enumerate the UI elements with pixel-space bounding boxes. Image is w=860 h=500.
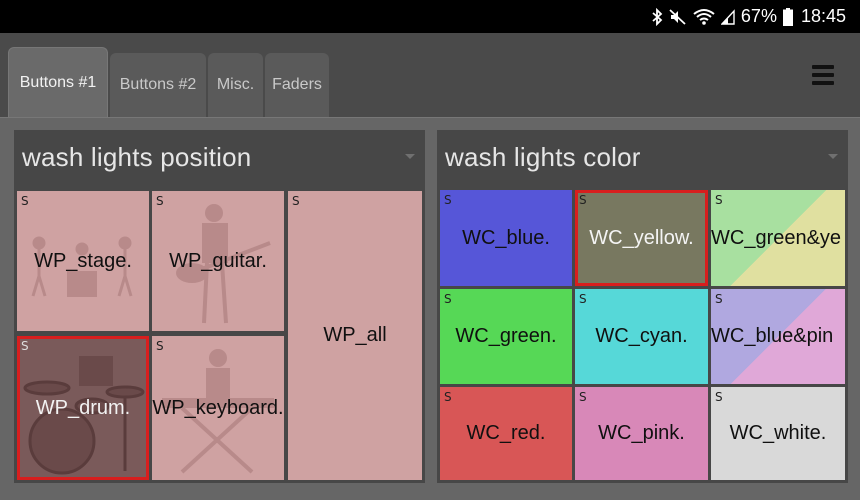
button-label: WC_yellow. xyxy=(589,226,694,249)
button-label: WP_keyboard. xyxy=(152,396,284,419)
tab-label: Buttons #2 xyxy=(119,76,197,93)
button-label: WC_pink. xyxy=(598,422,685,444)
button-marker: S xyxy=(715,193,723,207)
button-marker: S xyxy=(715,390,723,404)
button-label: WC_green&ye xyxy=(711,226,842,249)
wc-white-button[interactable]: S WC_white. xyxy=(711,387,845,480)
color-panel: wash lights color S WC_blue. S WC_yellow… xyxy=(437,130,848,483)
wp-all-button[interactable]: S WP_all xyxy=(288,191,422,480)
wc-pink-button[interactable]: S WC_pink. xyxy=(575,387,708,480)
wp-stage-button[interactable]: S WP_stage. xyxy=(17,191,149,331)
button-label: WP_guitar. xyxy=(169,249,267,272)
color-panel-header[interactable]: wash lights color xyxy=(437,130,848,184)
dropdown-caret-icon xyxy=(405,154,415,159)
wifi-icon xyxy=(693,7,715,27)
color-button-grid: S WC_blue. S WC_yellow. S WC_green&ye S … xyxy=(437,184,848,483)
wc-red-button[interactable]: S WC_red. xyxy=(440,387,572,480)
button-label: WC_blue&pin xyxy=(711,325,834,347)
wc-green-yellow-button[interactable]: S WC_green&ye xyxy=(711,190,845,286)
battery-icon xyxy=(782,7,793,27)
button-marker: S xyxy=(444,193,452,207)
status-bar: 67% 18:45 xyxy=(0,0,860,33)
tab-label: Buttons #1 xyxy=(19,73,97,91)
button-label: WC_white. xyxy=(729,422,827,444)
dropdown-caret-icon xyxy=(828,154,838,159)
button-marker: S xyxy=(444,292,452,306)
button-marker: S xyxy=(21,194,29,208)
app: Buttons #1 Buttons #2 Misc. Faders wash … xyxy=(0,33,860,500)
wc-blue-pink-button[interactable]: S WC_blue&pin xyxy=(711,289,845,384)
tab-buttons-2[interactable]: Buttons #2 xyxy=(110,53,206,117)
tab-bar: Buttons #1 Buttons #2 Misc. Faders xyxy=(0,33,860,117)
mute-icon xyxy=(669,7,687,27)
wc-blue-button[interactable]: S WC_blue. xyxy=(440,190,572,286)
tab-content: wash lights position S WP_stage. S WP_gu… xyxy=(0,117,860,500)
tab-buttons-1[interactable]: Buttons #1 xyxy=(8,47,108,117)
hamburger-menu-icon[interactable] xyxy=(812,65,834,85)
wc-green-button[interactable]: S WC_green. xyxy=(440,289,572,384)
button-marker: S xyxy=(715,292,723,306)
button-marker: S xyxy=(579,390,587,404)
wp-guitar-button[interactable]: S WP_guitar. xyxy=(152,191,284,331)
button-label: WP_stage. xyxy=(34,249,132,272)
button-marker: S xyxy=(21,339,29,353)
signal-icon xyxy=(720,7,735,27)
panel-title: wash lights position xyxy=(22,141,252,172)
position-panel: wash lights position S WP_stage. S WP_gu… xyxy=(14,130,425,483)
wc-cyan-button[interactable]: S WC_cyan. xyxy=(575,289,708,384)
button-marker: S xyxy=(156,339,164,353)
button-label: WC_green. xyxy=(455,325,557,347)
position-panel-header[interactable]: wash lights position xyxy=(14,130,425,184)
button-label: WP_all xyxy=(323,324,387,346)
wp-keyboard-button[interactable]: S WP_keyboard. xyxy=(152,336,284,480)
button-marker: S xyxy=(444,390,452,404)
wc-yellow-button[interactable]: S WC_yellow. xyxy=(575,190,708,286)
position-button-grid: S WP_stage. S WP_guitar. S WP_all S WP_d… xyxy=(14,184,425,483)
button-label: WC_red. xyxy=(466,422,546,444)
button-marker: S xyxy=(292,194,300,208)
tab-label: Faders xyxy=(272,76,322,93)
button-marker: S xyxy=(579,193,587,207)
battery-percent: 67% xyxy=(740,6,777,26)
tab-misc[interactable]: Misc. xyxy=(208,53,263,117)
panel-title: wash lights color xyxy=(445,141,641,172)
clock: 18:45 xyxy=(800,6,846,26)
button-label: WC_blue. xyxy=(462,226,550,249)
bluetooth-icon xyxy=(651,7,663,27)
tab-faders[interactable]: Faders xyxy=(265,53,329,117)
button-marker: S xyxy=(156,194,164,208)
tab-label: Misc. xyxy=(216,76,255,93)
button-label: WP_drum. xyxy=(35,396,131,419)
wp-drum-button[interactable]: S WP_drum. xyxy=(17,336,149,480)
button-label: WC_cyan. xyxy=(595,325,688,347)
button-marker: S xyxy=(579,292,587,306)
